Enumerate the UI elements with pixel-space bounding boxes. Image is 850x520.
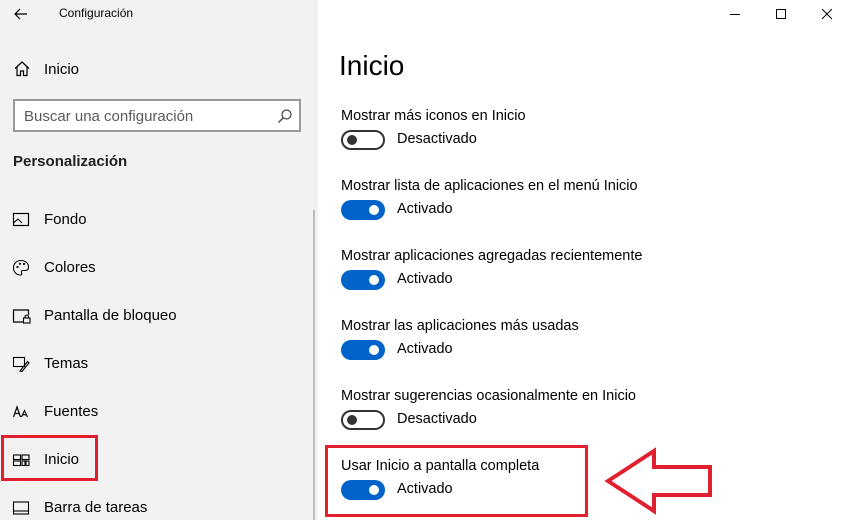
- sidebar-item-fuentes[interactable]: Fuentes: [0, 392, 310, 432]
- setting-suggestions: Mostrar sugerencias ocasionalmente en In…: [341, 388, 761, 448]
- maximize-button[interactable]: [758, 0, 804, 28]
- sidebar-item-label: Fondo: [44, 211, 87, 228]
- sidebar-item-label: Pantalla de bloqueo: [44, 307, 177, 324]
- back-arrow-icon: [14, 8, 27, 20]
- toggle-knob: [369, 275, 379, 285]
- section-title: Personalización: [13, 153, 128, 170]
- toggle-state-text: Desactivado: [397, 131, 477, 147]
- sidebar-scrollbar[interactable]: [313, 210, 315, 520]
- sidebar-item-fondo[interactable]: Fondo: [0, 200, 310, 240]
- sidebar-item-pantalla-de-bloqueo[interactable]: Pantalla de bloqueo: [0, 296, 310, 336]
- toggle-switch[interactable]: [341, 340, 385, 360]
- setting-label: Mostrar más iconos en Inicio: [341, 108, 526, 124]
- sidebar-item-label: Fuentes: [44, 403, 99, 420]
- toggle-state-text: Activado: [397, 271, 453, 287]
- annotation-arrow-icon: [604, 447, 712, 515]
- app-title: Configuración: [59, 6, 134, 20]
- setting-label: Mostrar sugerencias ocasionalmente en In…: [341, 388, 636, 404]
- setting-recently-added: Mostrar aplicaciones agregadas recientem…: [341, 248, 761, 308]
- sidebar-item-label: Temas: [44, 355, 89, 372]
- home-icon: [14, 61, 30, 77]
- maximize-icon: [776, 9, 786, 19]
- titlebar-left: Configuración: [0, 0, 318, 28]
- picture-icon: [12, 212, 30, 227]
- sidebar-home-label: Inicio: [44, 61, 80, 78]
- sidebar-item-label: Barra de tareas: [44, 499, 148, 516]
- brush-icon: [12, 356, 30, 373]
- close-icon: [822, 9, 832, 19]
- minimize-icon: [730, 14, 740, 15]
- toggle-switch[interactable]: [341, 200, 385, 220]
- toggle-switch[interactable]: [341, 410, 385, 430]
- setting-label: Mostrar las aplicaciones más usadas: [341, 318, 579, 334]
- setting-app-list: Mostrar lista de aplicaciones en el menú…: [341, 178, 761, 238]
- search-input[interactable]: [24, 105, 264, 127]
- toggle-knob: [369, 205, 379, 215]
- sidebar-item-barra-de-tareas[interactable]: Barra de tareas: [0, 488, 310, 520]
- back-button[interactable]: [8, 2, 34, 26]
- minimize-button[interactable]: [712, 0, 758, 28]
- search-box[interactable]: [13, 99, 301, 132]
- toggle-knob: [347, 415, 357, 425]
- page-title: Inicio: [339, 50, 405, 81]
- toggle-state-text: Activado: [397, 341, 453, 357]
- taskbar-icon: [12, 501, 30, 515]
- annotation-highlight-fullscreen-setting: [325, 445, 588, 517]
- window-controls: [712, 0, 850, 28]
- toggle-knob: [347, 135, 357, 145]
- toggle-knob: [369, 345, 379, 355]
- search-icon[interactable]: [277, 108, 293, 124]
- main-content: Inicio Mostrar más iconos en Inicio Desa…: [318, 0, 850, 520]
- sidebar-item-home[interactable]: Inicio: [0, 55, 318, 83]
- setting-more-icons: Mostrar más iconos en Inicio Desactivado: [341, 108, 761, 168]
- toggle-switch[interactable]: [341, 130, 385, 150]
- palette-icon: [12, 259, 30, 276]
- sidebar-item-colores[interactable]: Colores: [0, 248, 310, 288]
- toggle-state-text: Activado: [397, 201, 453, 217]
- close-button[interactable]: [804, 0, 850, 28]
- sidebar-item-label: Colores: [44, 259, 96, 276]
- lock-screen-icon: [12, 309, 31, 324]
- font-icon: [12, 405, 28, 418]
- setting-most-used: Mostrar las aplicaciones más usadas Acti…: [341, 318, 761, 378]
- annotation-highlight-sidebar-inicio: [1, 435, 98, 481]
- toggle-state-text: Desactivado: [397, 411, 477, 427]
- sidebar-item-temas[interactable]: Temas: [0, 344, 310, 384]
- setting-label: Mostrar lista de aplicaciones en el menú…: [341, 178, 638, 194]
- toggle-switch[interactable]: [341, 270, 385, 290]
- setting-label: Mostrar aplicaciones agregadas recientem…: [341, 248, 643, 264]
